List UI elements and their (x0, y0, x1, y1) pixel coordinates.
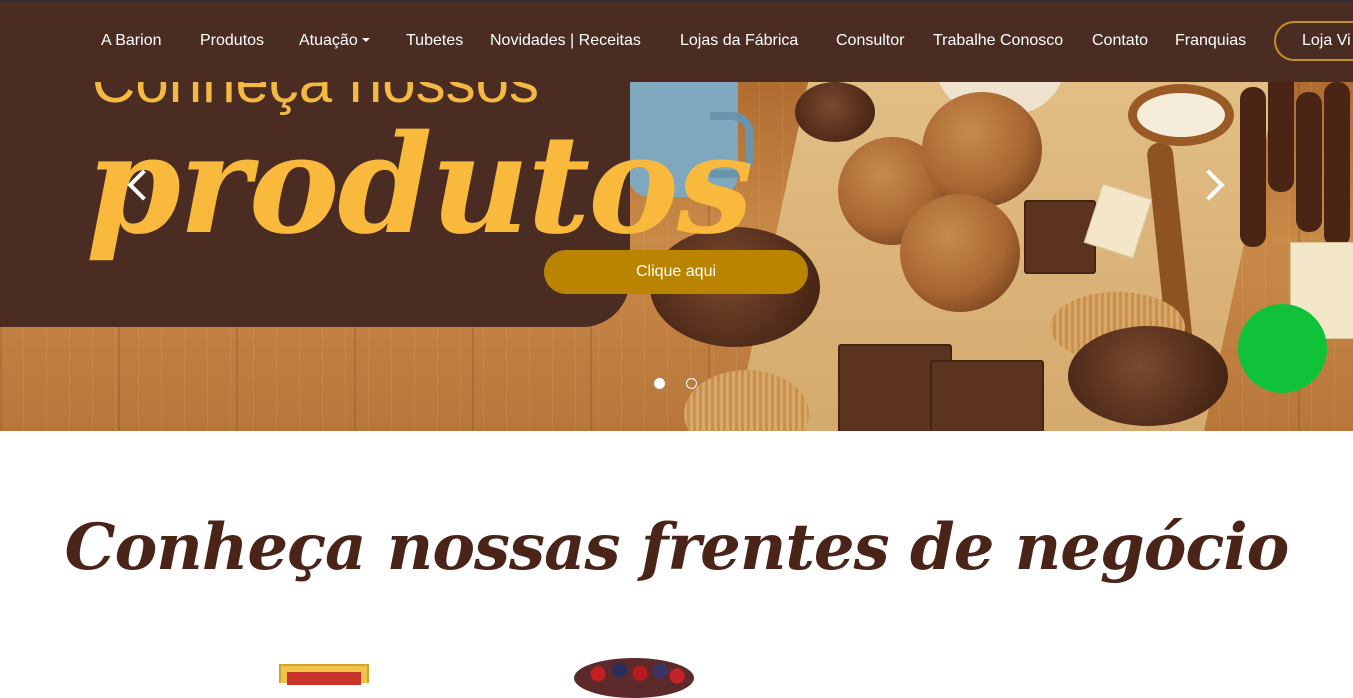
chip-cookie (900, 194, 1020, 312)
chat-widget-button[interactable] (1238, 304, 1327, 393)
nav-item-atuacao-dropdown[interactable]: Atuação (299, 32, 370, 50)
hero-text-panel: Conheça nossos produtos (0, 82, 754, 327)
chocolate-stick (1324, 82, 1350, 247)
product-package-thumbnail[interactable] (279, 664, 369, 685)
nav-item-novidades-receitas[interactable]: Novidades | Receitas (490, 32, 641, 50)
main-navbar: A Barion Produtos Atuação Tubetes Novida… (0, 2, 1353, 82)
top-border (0, 0, 1353, 2)
online-store-button[interactable]: Loja Vi (1274, 21, 1353, 61)
chip-cookie (922, 92, 1042, 207)
nav-item-consultor[interactable]: Consultor (836, 32, 904, 50)
nav-item-produtos[interactable]: Produtos (200, 32, 264, 50)
carousel-indicator[interactable] (686, 378, 697, 389)
nav-item-franquias[interactable]: Franquias (1175, 32, 1246, 50)
chocolate-stick (1268, 82, 1294, 192)
nav-item-a-barion[interactable]: A Barion (101, 32, 161, 50)
nav-item-tubetes[interactable]: Tubetes (406, 32, 463, 50)
hero-carousel: Conheça nossos produtos Clique aqui (0, 82, 1353, 431)
nav-item-lojas-da-fabrica[interactable]: Lojas da Fábrica (680, 32, 798, 50)
nav-item-contato[interactable]: Contato (1092, 32, 1148, 50)
chocolate-cookie (1068, 326, 1228, 426)
wooden-spoon (1128, 84, 1234, 146)
chocolate-cookie (795, 82, 875, 142)
chocolate-stick (1240, 87, 1266, 247)
nav-item-trabalhe-conosco[interactable]: Trabalhe Conosco (933, 32, 1063, 50)
chocolate-wafer (930, 360, 1044, 431)
carousel-indicator-active[interactable] (654, 378, 665, 389)
berries-cake-thumbnail[interactable] (574, 658, 694, 698)
hero-cta-button[interactable]: Clique aqui (544, 250, 808, 294)
caret-down-icon (361, 38, 370, 42)
nav-item-atuacao-label: Atuação (299, 32, 358, 49)
hero-title: produtos (86, 105, 754, 265)
section-title: Conheça nossas frentes de negócio (64, 510, 1290, 585)
chocolate-stick (1296, 92, 1322, 232)
